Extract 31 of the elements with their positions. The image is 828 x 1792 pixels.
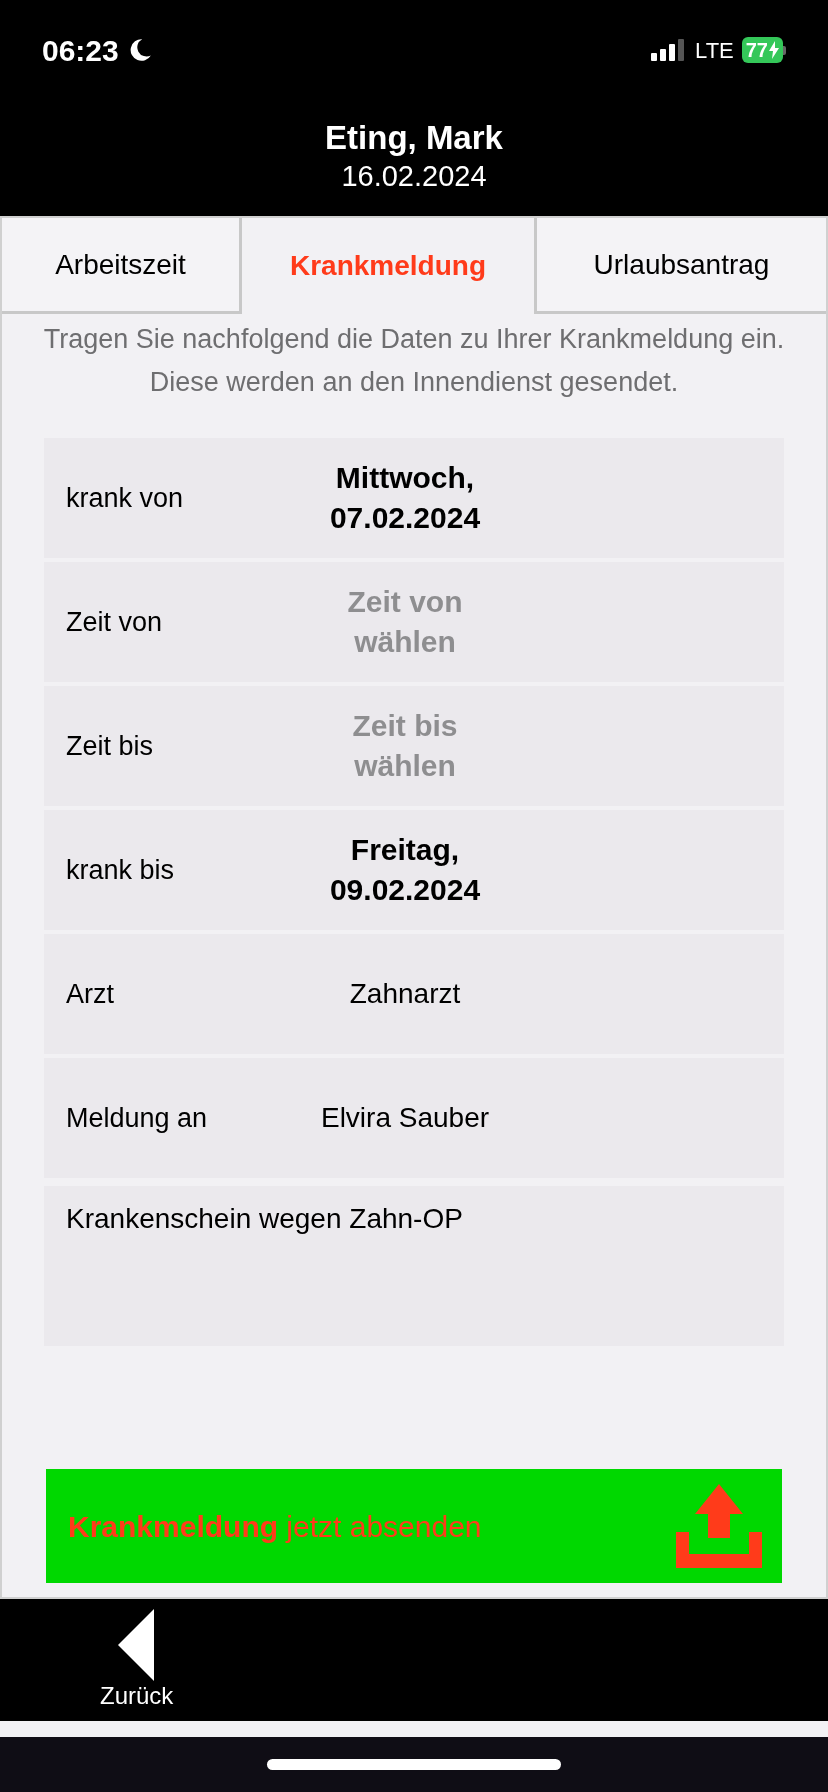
bolt-icon: [769, 41, 779, 59]
status-time: 06:23: [42, 32, 119, 69]
user-name: Eting, Mark: [325, 118, 503, 158]
field-value: Mittwoch, 07.02.2024: [328, 460, 482, 536]
field-label: krank bis: [65, 853, 176, 887]
network-label: LTE: [695, 36, 734, 65]
form-row[interactable]: Zeit von Zeit von wählen: [44, 562, 784, 682]
back-arrow-icon: [117, 1609, 156, 1681]
form-row[interactable]: krank von Mittwoch, 07.02.2024: [44, 438, 784, 558]
note-field[interactable]: Krankenschein wegen Zahn-OP: [44, 1186, 784, 1346]
form-row[interactable]: Zeit bis Zeit bis wählen: [44, 686, 784, 806]
instruction-text: Tragen Sie nachfolgend die Daten zu Ihrer Krankmeldung ein. Diese werden an den Innendienst gesendet.: [42, 323, 786, 399]
form-row[interactable]: Arzt Zahnarzt: [44, 934, 784, 1054]
field-placeholder: Zeit von wählen: [346, 584, 464, 660]
field-value: Freitag, 09.02.2024: [328, 832, 482, 908]
home-indicator[interactable]: [267, 1759, 561, 1770]
field-label: Zeit von: [65, 605, 164, 639]
header-date: 16.02.2024: [341, 159, 487, 194]
field-label: Arzt: [65, 977, 115, 1011]
form-row[interactable]: krank bis Freitag, 09.02.2024: [44, 810, 784, 930]
field-label: Meldung an: [65, 1101, 209, 1135]
field-value: Zahnarzt: [348, 977, 462, 1011]
field-label: Zeit bis: [65, 729, 155, 763]
upload-icon: [676, 1484, 762, 1568]
field-value: Elvira Sauber: [319, 1101, 491, 1135]
field-label: krank von: [65, 481, 185, 515]
field-placeholder: Zeit bis wählen: [351, 708, 459, 784]
form-row[interactable]: Meldung an Elvira Sauber: [44, 1058, 784, 1178]
submit-label: Krankmeldung jetzt absenden: [68, 1508, 482, 1545]
back-button[interactable]: Zurück: [100, 1609, 174, 1711]
battery-level: 77: [745, 38, 768, 63]
